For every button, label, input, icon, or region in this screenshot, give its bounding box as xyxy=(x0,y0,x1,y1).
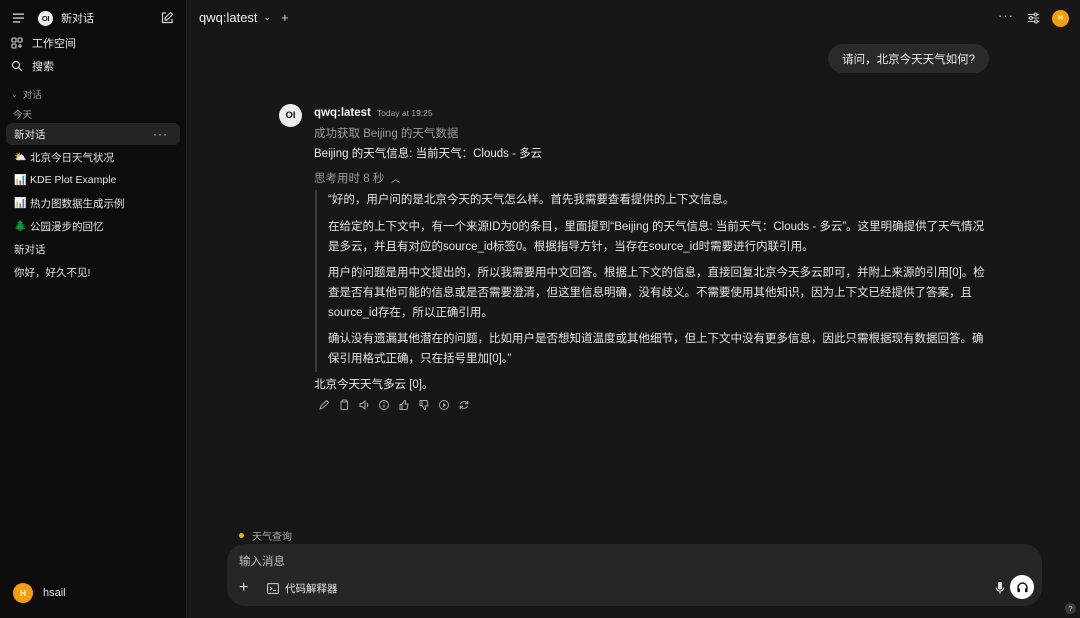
avatar[interactable]: H xyxy=(1052,10,1069,27)
thinking-paragraph: “好的，用户问的是北京今天的天气怎么样。首先我需要查看提供的上下文信息。 xyxy=(328,194,735,206)
weather-emoji-icon: ⛅ xyxy=(14,151,27,163)
thumbs-down-icon[interactable] xyxy=(418,399,430,411)
thinking-paragraph: 用户的问题是用中文提出的，所以我需要用中文回答。根据上下文的信息，直接回复北京今… xyxy=(328,267,985,319)
sidebar-item-search[interactable]: 搜索 xyxy=(8,55,178,77)
assistant-name: qwq:latest xyxy=(314,107,371,119)
info-icon[interactable] xyxy=(378,399,390,411)
chevron-down-icon: ⌄ xyxy=(11,89,18,99)
thinking-content: “好的，用户问的是北京今天的天气怎么样。首先我需要查看提供的上下文信息。 在给定… xyxy=(315,190,990,372)
sidebar-header: OI 新对话 xyxy=(8,7,178,29)
tool-status: 成功获取 Beijing 的天气数据 xyxy=(314,128,459,140)
more-options-icon[interactable]: ··· xyxy=(998,8,1014,23)
thinking-paragraph: 确认没有遗漏其他潜在的问题，比如用户是否想知道温度或其他细节，但上下文中没有更多… xyxy=(328,333,984,365)
chat-item[interactable]: ⛅ 北京今日天气状况 xyxy=(6,146,180,168)
chat-item[interactable]: 🌲 公园漫步的回忆 xyxy=(6,215,180,237)
menu-icon[interactable] xyxy=(12,12,26,24)
chat-item[interactable]: 新对话 xyxy=(6,238,180,260)
chat-item-new-active[interactable]: 新对话 ··· xyxy=(6,123,180,145)
terminal-icon xyxy=(267,583,279,594)
code-interpreter-button[interactable]: 代码解释器 xyxy=(267,581,338,596)
thumbs-up-icon[interactable] xyxy=(398,399,410,411)
chat-item-label: 你好，好久不见! xyxy=(14,266,91,279)
chat-item-label: 北京今日天气状况 xyxy=(30,151,114,164)
copy-icon[interactable] xyxy=(338,399,350,411)
chevron-down-icon: ⌄ xyxy=(263,12,272,22)
sidebar-item-workspace[interactable]: 工作空间 xyxy=(8,32,178,54)
active-tool-indicator: 天气查询 xyxy=(239,528,292,543)
chat-item-label: 热力图数据生成示例 xyxy=(30,197,125,210)
app-logo[interactable]: OI xyxy=(38,10,53,26)
chats-section-label: 对话 xyxy=(22,90,42,101)
chats-section-toggle[interactable]: ⌄ 对话 xyxy=(11,87,42,102)
message-actions xyxy=(318,399,478,411)
chat-item-label: KDE Plot Example xyxy=(30,174,117,186)
chat-item[interactable]: 📊 KDE Plot Example xyxy=(6,169,180,191)
chat-item[interactable]: 你好，好久不见! xyxy=(6,261,180,283)
new-chat-link[interactable]: 新对话 xyxy=(61,10,94,26)
chat-item-label: 公园漫步的回忆 xyxy=(30,220,104,233)
sidebar-item-label: 搜索 xyxy=(32,61,54,73)
avatar: H xyxy=(13,583,33,603)
add-model-icon[interactable]: + xyxy=(281,10,289,25)
today-group-label: 今天 xyxy=(13,110,33,121)
chat-item-label: 新对话 xyxy=(14,243,46,256)
tool-name: 天气查询 xyxy=(252,532,292,543)
controls-icon[interactable] xyxy=(1027,12,1040,24)
new-chat-edit-icon[interactable] xyxy=(160,11,174,25)
assistant-answer: 北京今天天气多云 [0]。 xyxy=(314,379,434,391)
message-timestamp: Today at 19:25 xyxy=(376,108,433,118)
code-interpreter-label: 代码解释器 xyxy=(285,583,338,595)
sidebar: OI 新对话 工作空间 搜索 ⌄ 对话 今天 新对话 ··· ⛅ 北京今日天气状… xyxy=(0,0,187,618)
regenerate-icon[interactable] xyxy=(458,399,470,411)
help-button[interactable]: ? xyxy=(1065,603,1076,614)
speaker-icon[interactable] xyxy=(358,399,370,411)
tree-emoji-icon: 🌲 xyxy=(14,220,27,232)
headphones-icon xyxy=(1016,581,1028,592)
thinking-paragraph: 在给定的上下文中，有一个来源ID为0的条目，里面提到“Beijing 的天气信息… xyxy=(328,221,985,253)
search-icon xyxy=(11,60,23,72)
source-citation[interactable]: Beijing 的天气信息: 当前天气：Clouds - 多云 xyxy=(314,145,542,161)
model-name: qwq:latest xyxy=(199,10,258,25)
model-selector[interactable]: qwq:latest ⌄ + xyxy=(199,10,289,25)
chart-emoji-icon: 📊 xyxy=(14,174,27,186)
assistant-header: qwq:latest Today at 19:25 xyxy=(314,107,433,119)
thinking-toggle[interactable]: 思考用时 8 秒 ︿ xyxy=(314,170,400,186)
sidebar-item-label: 工作空间 xyxy=(32,38,76,50)
chat-item-label: 新对话 xyxy=(14,128,46,141)
chat-item[interactable]: 📊 热力图数据生成示例 xyxy=(6,192,180,214)
status-dot xyxy=(239,533,244,538)
continue-icon[interactable] xyxy=(438,399,450,411)
microphone-icon[interactable] xyxy=(994,581,1006,595)
chart-emoji-icon: 📊 xyxy=(14,197,27,209)
voice-mode-button[interactable] xyxy=(1010,575,1034,599)
message-input[interactable] xyxy=(239,553,939,571)
user-message-bubble: 请问，北京今天天气如何? xyxy=(828,44,989,73)
thinking-label: 思考用时 8 秒 xyxy=(314,173,385,185)
user-menu[interactable]: H hsail xyxy=(13,583,66,603)
assistant-avatar: OI xyxy=(279,104,302,127)
message-composer: + 代码解释器 xyxy=(227,544,1042,606)
add-attachment-button[interactable]: + xyxy=(239,580,248,596)
chat-more-icon[interactable]: ··· xyxy=(153,127,168,141)
workspace-icon xyxy=(11,37,23,49)
user-name: hsail xyxy=(43,587,66,599)
chevron-up-icon: ︿ xyxy=(391,173,401,184)
edit-icon[interactable] xyxy=(318,399,330,411)
topbar: qwq:latest ⌄ + ··· H xyxy=(187,0,1080,36)
